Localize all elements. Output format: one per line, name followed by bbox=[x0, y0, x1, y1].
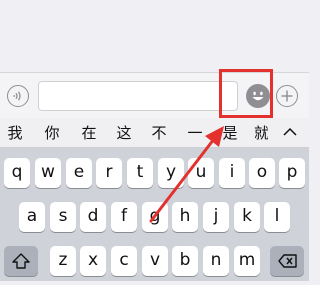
shift-icon bbox=[12, 253, 30, 269]
key[interactable]: e bbox=[66, 158, 92, 188]
key[interactable]: k bbox=[234, 202, 260, 232]
voice-button[interactable] bbox=[7, 85, 29, 107]
chevron-up-icon[interactable] bbox=[280, 122, 300, 142]
candidate-word[interactable]: 一 bbox=[185, 122, 205, 143]
backspace-icon bbox=[278, 254, 297, 268]
candidate-word[interactable]: 在 bbox=[79, 122, 99, 143]
key[interactable]: b bbox=[172, 246, 198, 276]
key[interactable]: w bbox=[35, 158, 61, 188]
candidate-word[interactable]: 不 bbox=[149, 122, 169, 143]
key[interactable]: j bbox=[203, 202, 229, 232]
key[interactable]: n bbox=[203, 246, 229, 276]
emoji-smiley-icon bbox=[247, 85, 269, 107]
plus-button[interactable] bbox=[276, 85, 298, 107]
candidate-word[interactable]: 就 bbox=[254, 122, 268, 143]
key[interactable]: z bbox=[50, 246, 76, 276]
key[interactable]: r bbox=[96, 158, 122, 188]
voice-icon bbox=[12, 91, 21, 101]
key[interactable]: m bbox=[234, 246, 260, 276]
key[interactable]: g bbox=[142, 202, 168, 232]
candidate-bar: 我 你 在 这 不 一 是 就 bbox=[0, 118, 309, 148]
keyboard: q w e r t y u i o p a s d f g h j k l z … bbox=[0, 148, 309, 281]
shift-key[interactable] bbox=[4, 246, 38, 276]
key[interactable]: s bbox=[50, 202, 76, 232]
key[interactable]: x bbox=[80, 246, 106, 276]
candidate-word[interactable]: 是 bbox=[220, 122, 240, 143]
key[interactable]: v bbox=[142, 246, 168, 276]
key[interactable]: y bbox=[158, 158, 184, 188]
chat-area bbox=[0, 0, 309, 72]
key[interactable]: d bbox=[80, 202, 106, 232]
key[interactable]: f bbox=[111, 202, 137, 232]
key[interactable]: o bbox=[249, 158, 275, 188]
key[interactable]: c bbox=[111, 246, 137, 276]
key[interactable]: t bbox=[127, 158, 153, 188]
plus-icon bbox=[281, 90, 293, 102]
key[interactable]: h bbox=[172, 202, 198, 232]
key[interactable]: u bbox=[188, 158, 214, 188]
candidate-word[interactable]: 我 bbox=[5, 122, 25, 143]
key[interactable]: a bbox=[19, 202, 45, 232]
message-input[interactable] bbox=[38, 81, 238, 111]
key[interactable]: l bbox=[264, 202, 290, 232]
input-bar bbox=[0, 72, 309, 118]
candidate-word[interactable]: 这 bbox=[114, 122, 134, 143]
candidate-word[interactable]: 你 bbox=[42, 122, 62, 143]
key[interactable]: i bbox=[219, 158, 245, 188]
emoji-button[interactable] bbox=[246, 84, 270, 108]
key[interactable]: p bbox=[279, 158, 305, 188]
key[interactable]: q bbox=[4, 158, 30, 188]
delete-key[interactable] bbox=[270, 246, 304, 276]
